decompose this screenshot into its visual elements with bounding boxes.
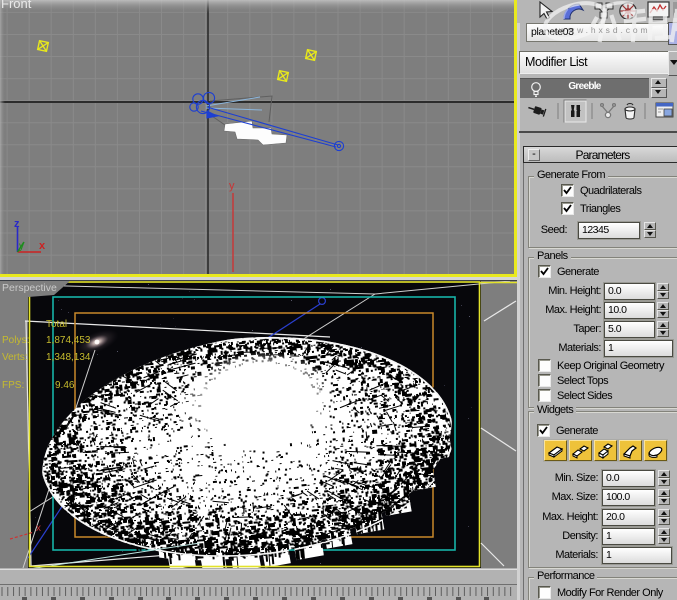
svg-text:Front: Front	[1, 0, 32, 11]
svg-text:FPS:: FPS:	[2, 380, 24, 391]
svg-text:Verts:: Verts:	[2, 352, 28, 363]
svg-text:z: z	[14, 218, 20, 230]
svg-text:Polys:: Polys:	[2, 335, 29, 346]
svg-text:9.46: 9.46	[55, 380, 75, 391]
svg-text:1,874,453: 1,874,453	[46, 335, 91, 346]
svg-text:y: y	[229, 180, 235, 192]
svg-text:y: y	[19, 241, 24, 252]
svg-text:1,348,134: 1,348,134	[46, 352, 91, 363]
svg-text:x: x	[39, 240, 46, 252]
svg-text:x: x	[36, 523, 41, 534]
svg-text:www.hxsd.com: www.hxsd.com	[558, 25, 650, 35]
svg-text:Perspective: Perspective	[2, 282, 57, 294]
svg-text:Total: Total	[46, 319, 67, 330]
